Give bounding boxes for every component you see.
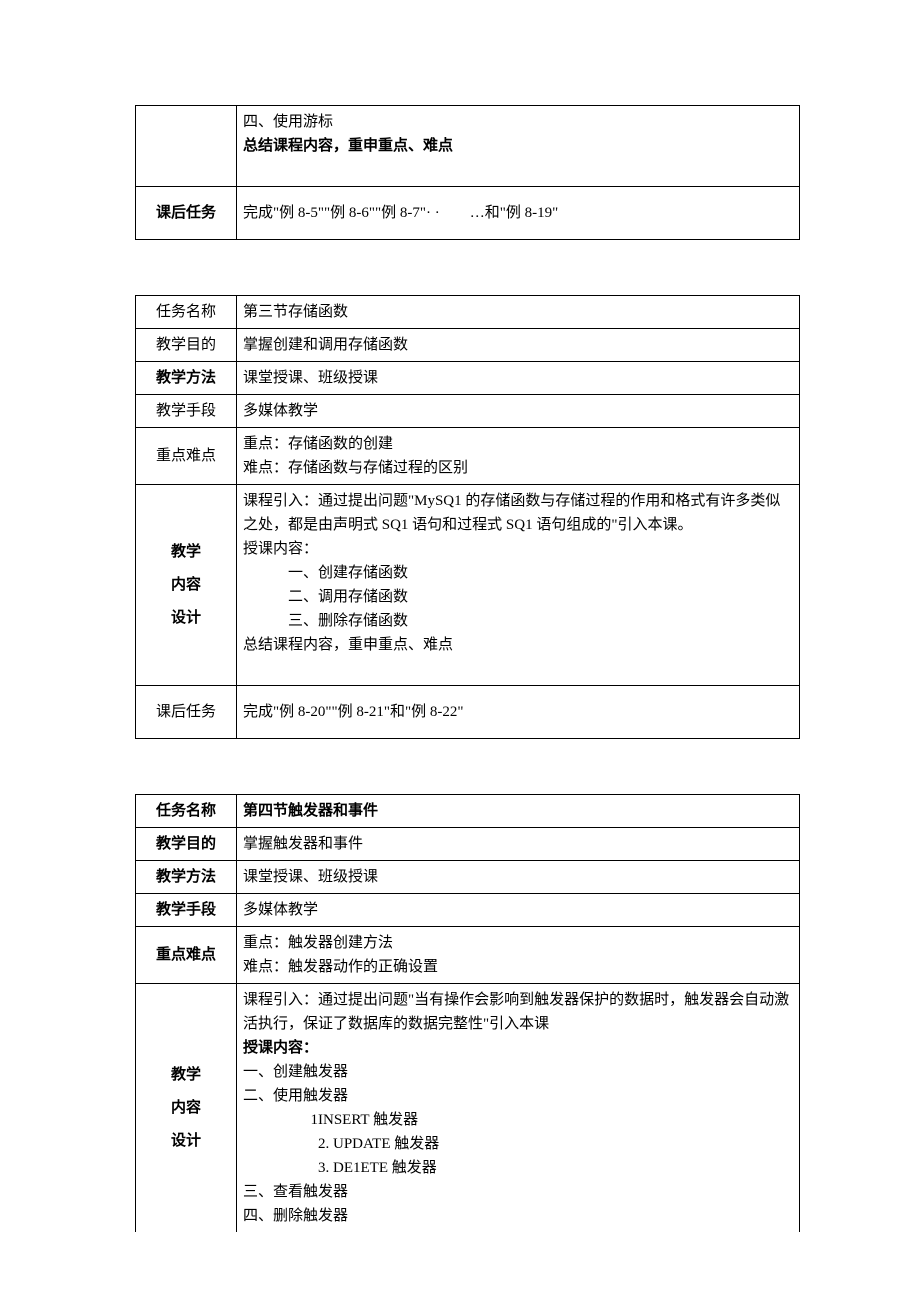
keypoints-label: 重点难点 <box>136 927 237 984</box>
label-part: 教学 <box>171 536 201 569</box>
text-line: 课程引入：通过提出问题"MySQ1 的存储函数与存储过程的作用和格式有许多类似之… <box>243 489 793 537</box>
text-line: 3. DE1ETE 触发器 <box>243 1156 793 1180</box>
keypoints-content: 重点：触发器创建方法 难点：触发器动作的正确设置 <box>237 927 800 984</box>
table-row: 教学手段 多媒体教学 <box>136 395 800 428</box>
text-line: 1INSERT 触发器 <box>243 1108 793 1132</box>
text-line: 一、创建存储函数 <box>243 561 793 585</box>
empty-label-cell <box>136 106 237 187</box>
table-row: 重点难点 重点：触发器创建方法 难点：触发器动作的正确设置 <box>136 927 800 984</box>
table-row: 四、使用游标 总结课程内容，重申重点、难点 <box>136 106 800 187</box>
table-row: 任务名称 第四节触发器和事件 <box>136 795 800 828</box>
label-part: 内容 <box>171 569 201 602</box>
text-line: 授课内容： <box>243 1036 793 1060</box>
text-line: 重点：存储函数的创建 <box>243 432 793 456</box>
label-part: 内容 <box>171 1092 201 1125</box>
table-row: 教学手段 多媒体教学 <box>136 894 800 927</box>
text-line: 授课内容： <box>243 537 793 561</box>
keypoints-label: 重点难点 <box>136 428 237 485</box>
table-row: 课后任务 完成"例 8-20""例 8-21"和"例 8-22" <box>136 686 800 739</box>
task-name-label: 任务名称 <box>136 795 237 828</box>
teaching-goal-label: 教学目的 <box>136 828 237 861</box>
task-name-label: 任务名称 <box>136 296 237 329</box>
table-row: 教学 内容 设计 课程引入：通过提出问题"MySQ1 的存储函数与存储过程的作用… <box>136 485 800 686</box>
teaching-goal-content: 掌握创建和调用存储函数 <box>237 329 800 362</box>
post-task-content: 完成"例 8-5""例 8-6""例 8-7"· · …和"例 8-19" <box>237 187 800 240</box>
keypoints-content: 重点：存储函数的创建 难点：存储函数与存储过程的区别 <box>237 428 800 485</box>
teaching-design-content: 课程引入：通过提出问题"MySQ1 的存储函数与存储过程的作用和格式有许多类似之… <box>237 485 800 686</box>
text-line: 难点：触发器动作的正确设置 <box>243 955 793 979</box>
teaching-method-content: 课堂授课、班级授课 <box>237 362 800 395</box>
table-row: 教学 内容 设计 课程引入：通过提出问题"当有操作会影响到触发器保护的数据时，触… <box>136 984 800 1233</box>
text-line: 一、创建触发器 <box>243 1060 793 1084</box>
post-task-content: 完成"例 8-20""例 8-21"和"例 8-22" <box>237 686 800 739</box>
teaching-design-label: 教学 内容 设计 <box>136 984 237 1233</box>
teaching-goal-label: 教学目的 <box>136 329 237 362</box>
table-section-4: 任务名称 第四节触发器和事件 教学目的 掌握触发器和事件 教学方法 课堂授课、班… <box>135 794 800 1232</box>
text-line: 课程引入：通过提出问题"当有操作会影响到触发器保护的数据时，触发器会自动激活执行… <box>243 988 793 1036</box>
teaching-means-content: 多媒体教学 <box>237 894 800 927</box>
teaching-method-label: 教学方法 <box>136 861 237 894</box>
table-row: 课后任务 完成"例 8-5""例 8-6""例 8-7"· · …和"例 8-1… <box>136 187 800 240</box>
text-line: 难点：存储函数与存储过程的区别 <box>243 456 793 480</box>
text-line: 三、删除存储函数 <box>243 609 793 633</box>
label-part: 教学 <box>171 1059 201 1092</box>
text-line: 二、使用触发器 <box>243 1084 793 1108</box>
table-row: 教学目的 掌握触发器和事件 <box>136 828 800 861</box>
table-continuation: 四、使用游标 总结课程内容，重申重点、难点 课后任务 完成"例 8-5""例 8… <box>135 105 800 240</box>
teaching-means-content: 多媒体教学 <box>237 395 800 428</box>
task-name-content: 第三节存储函数 <box>237 296 800 329</box>
label-part: 设计 <box>171 602 201 635</box>
table-row: 教学方法 课堂授课、班级授课 <box>136 861 800 894</box>
task-name-content: 第四节触发器和事件 <box>237 795 800 828</box>
text-line: 四、使用游标 <box>243 110 793 134</box>
table-row: 任务名称 第三节存储函数 <box>136 296 800 329</box>
text-line: 2. UPDATE 触发器 <box>243 1132 793 1156</box>
teaching-means-label: 教学手段 <box>136 395 237 428</box>
table-row: 教学目的 掌握创建和调用存储函数 <box>136 329 800 362</box>
teaching-means-label: 教学手段 <box>136 894 237 927</box>
teaching-goal-content: 掌握触发器和事件 <box>237 828 800 861</box>
teaching-design-label: 教学 内容 设计 <box>136 485 237 686</box>
post-task-label: 课后任务 <box>136 686 237 739</box>
post-task-label: 课后任务 <box>136 187 237 240</box>
table-section-3: 任务名称 第三节存储函数 教学目的 掌握创建和调用存储函数 教学方法 课堂授课、… <box>135 295 800 739</box>
table-row: 教学方法 课堂授课、班级授课 <box>136 362 800 395</box>
text-line: 三、查看触发器 <box>243 1180 793 1204</box>
teaching-method-label: 教学方法 <box>136 362 237 395</box>
teaching-method-content: 课堂授课、班级授课 <box>237 861 800 894</box>
text-line: 总结课程内容，重申重点、难点 <box>243 134 793 158</box>
table-row: 重点难点 重点：存储函数的创建 难点：存储函数与存储过程的区别 <box>136 428 800 485</box>
teaching-design-content: 课程引入：通过提出问题"当有操作会影响到触发器保护的数据时，触发器会自动激活执行… <box>237 984 800 1233</box>
text-line: 总结课程内容，重申重点、难点 <box>243 633 793 657</box>
label-part: 设计 <box>171 1125 201 1158</box>
text-line: 二、调用存储函数 <box>243 585 793 609</box>
text-line: 重点：触发器创建方法 <box>243 931 793 955</box>
text-line: 四、删除触发器 <box>243 1204 793 1228</box>
content-cell: 四、使用游标 总结课程内容，重申重点、难点 <box>237 106 800 187</box>
